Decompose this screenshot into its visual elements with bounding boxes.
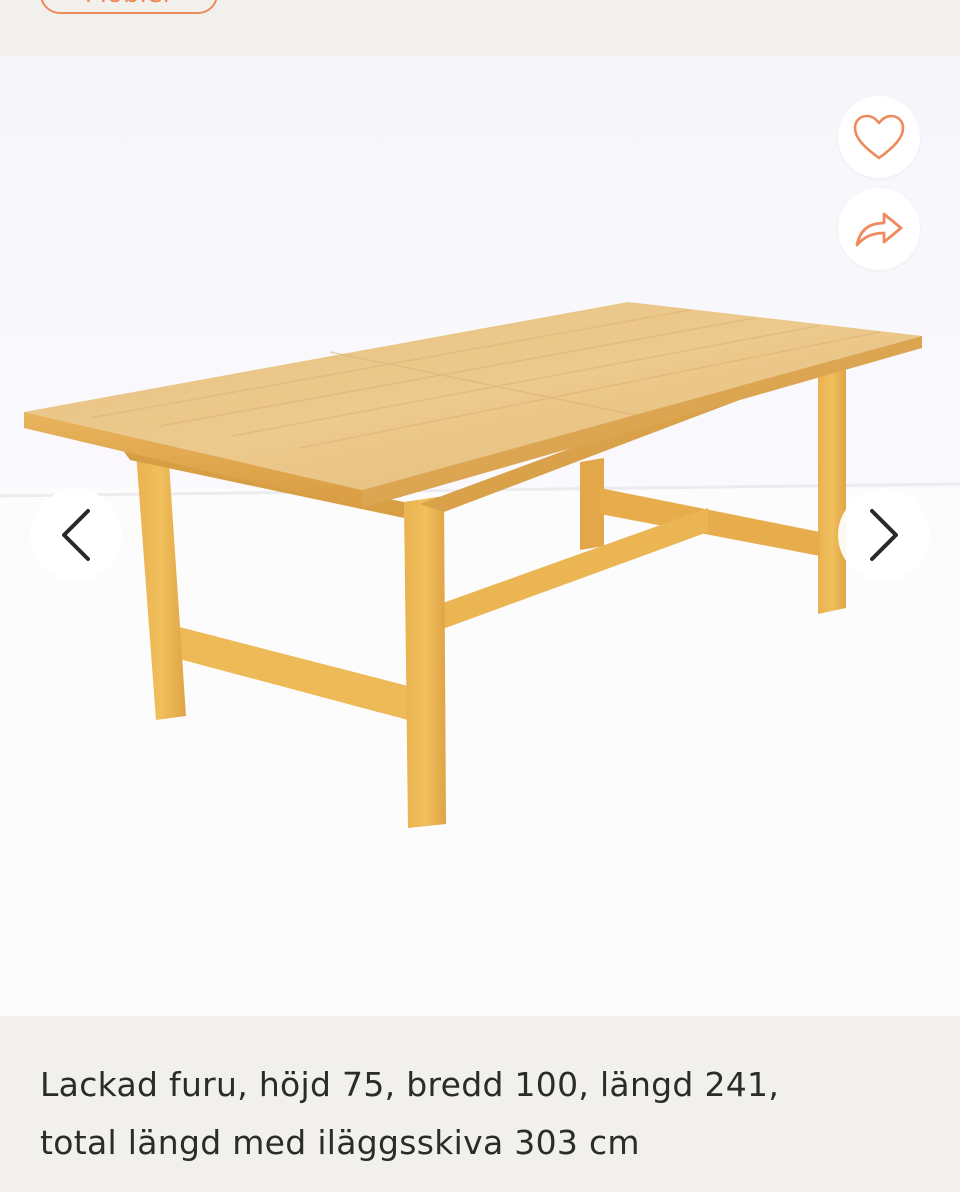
favorite-button[interactable] [838, 96, 920, 178]
product-description: Lackad furu, höjd 75, bredd 100, längd 2… [40, 1056, 920, 1172]
description-line-1: Lackad furu, höjd 75, bredd 100, längd 2… [40, 1065, 780, 1104]
next-image-button[interactable] [838, 489, 930, 581]
heart-icon [853, 114, 905, 160]
description-line-2: total längd med iläggsskiva 303 cm [40, 1123, 640, 1162]
product-image [0, 56, 960, 1016]
chevron-right-icon [870, 509, 898, 561]
share-arrow-icon [855, 212, 903, 247]
top-strip: Möbler [0, 0, 960, 56]
previous-image-button[interactable] [30, 489, 122, 581]
category-chip[interactable]: Möbler [40, 0, 218, 14]
chevron-left-icon [62, 509, 90, 561]
product-page: Möbler [0, 0, 960, 1192]
share-button[interactable] [838, 188, 920, 270]
product-image-gallery[interactable] [0, 56, 960, 1016]
